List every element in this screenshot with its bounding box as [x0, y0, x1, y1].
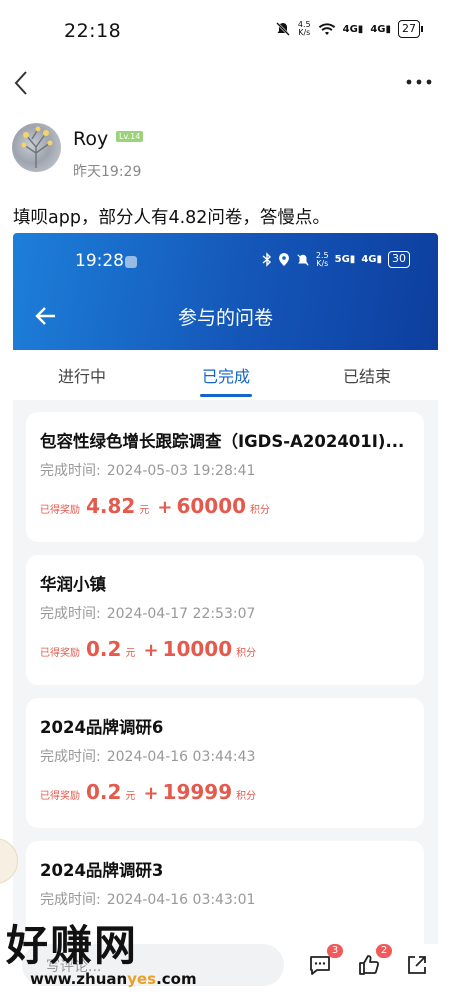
- completion-time-label: 完成时间:: [40, 749, 101, 765]
- embedded-header: 19:28 2.5 K/s 5G▮ 4G▮ 30 参与的问卷: [13, 233, 438, 350]
- reward-money-unit: 元: [125, 791, 136, 802]
- watermark-text: 好赚网: [6, 921, 139, 970]
- post-time: 昨天19:29: [73, 164, 142, 180]
- reward-money: 0.2: [86, 637, 122, 661]
- completion-time: 完成时间: 2024-04-17 22:53:07: [40, 603, 255, 623]
- signal-1: 4G▮: [342, 23, 364, 35]
- reward-points-unit: 积分: [236, 791, 257, 802]
- reward-money: 4.82: [86, 494, 136, 518]
- watermark: 好赚网 www.zhuanyes.com: [2, 912, 197, 992]
- reward-points: 60000: [176, 494, 247, 518]
- reward-label: 已得奖励: [40, 648, 80, 659]
- embedded-network-speed: 2.5 K/s: [316, 251, 329, 268]
- network-speed: 4.5 K/s: [298, 21, 311, 37]
- signal-1-label: 4G: [342, 23, 358, 35]
- back-button[interactable]: [8, 66, 38, 100]
- embedded-signal-1-label: 5G: [334, 254, 350, 265]
- completion-time-label: 完成时间:: [40, 463, 101, 479]
- mute-icon: [297, 253, 309, 266]
- embedded-status-icons: 2.5 K/s 5G▮ 4G▮ 30: [262, 251, 410, 268]
- embedded-battery-icon: 30: [388, 251, 410, 268]
- survey-title: 华润小镇: [40, 575, 106, 594]
- embedded-tabs: 进行中 已完成 已结束: [13, 350, 438, 400]
- post-text: 填呗app，部分人有4.82问卷，答慢点。: [13, 208, 330, 228]
- reward-plus: +: [157, 497, 173, 518]
- level-badge: Lv.14: [116, 131, 144, 142]
- wifi-icon: [318, 23, 335, 35]
- survey-title: 包容性绿色增长跟踪调查（IGDS-A202401I)...: [40, 432, 405, 451]
- reward-row: 已得奖励 4.82 元 + 60000 积分: [40, 494, 270, 518]
- survey-card: 包容性绿色增长跟踪调查（IGDS-A202401I)... 完成时间: 2024-…: [26, 412, 424, 542]
- active-tab-indicator: [200, 394, 252, 397]
- reward-money: 0.2: [86, 780, 122, 804]
- watermark-url-prefix: www.zhuan: [30, 970, 128, 988]
- completion-time-value: 2024-04-16 03:43:01: [106, 892, 256, 908]
- message-notification-icon: [125, 256, 137, 268]
- completion-time-label: 完成时间:: [40, 892, 101, 908]
- tab-ended: 已结束: [343, 367, 392, 386]
- reward-points: 19999: [162, 780, 233, 804]
- embedded-page-title: 参与的问卷: [177, 307, 273, 329]
- bluetooth-icon: [262, 252, 271, 267]
- avatar[interactable]: [12, 123, 61, 172]
- embedded-signal-1: 5G▮: [334, 254, 356, 265]
- watermark-url: www.zhuanyes.com: [30, 970, 197, 988]
- like-count-badge: 2: [376, 944, 392, 958]
- reward-money-unit: 元: [125, 648, 136, 659]
- reward-row: 已得奖励 0.2 元 + 10000 积分: [40, 637, 256, 661]
- embedded-status-time: 19:28: [75, 251, 124, 271]
- speed-unit: K/s: [298, 28, 311, 37]
- author-name[interactable]: Roy: [73, 128, 108, 150]
- embedded-screenshot[interactable]: 19:28 2.5 K/s 5G▮ 4G▮ 30 参与的问卷 进行中 已完成 已结…: [13, 233, 438, 953]
- reward-points-unit: 积分: [250, 505, 271, 516]
- location-icon: [278, 253, 289, 266]
- embedded-speed-unit: K/s: [316, 258, 329, 268]
- tab-in-progress: 进行中: [58, 367, 107, 386]
- reward-label: 已得奖励: [40, 791, 80, 802]
- reward-plus: +: [143, 640, 159, 661]
- comment-count-badge: 3: [327, 944, 343, 958]
- share-button[interactable]: [404, 952, 432, 980]
- share-icon: [408, 956, 426, 974]
- completion-time: 完成时间: 2024-05-03 19:28:41: [40, 460, 255, 480]
- like-button[interactable]: 2: [356, 944, 392, 980]
- avatar-image: [21, 126, 53, 168]
- reward-label: 已得奖励: [40, 505, 80, 516]
- completion-time: 完成时间: 2024-04-16 03:43:01: [40, 889, 255, 909]
- survey-title: 2024品牌调研3: [40, 861, 164, 880]
- embedded-signal-2-label: 4G: [361, 254, 377, 265]
- tab-completed: 已完成: [202, 367, 251, 386]
- completion-time-value: 2024-04-17 22:53:07: [106, 606, 256, 622]
- more-button[interactable]: [402, 70, 436, 94]
- status-bar: 22:18 4.5 K/s 4G▮ 4G▮ 27: [0, 0, 450, 62]
- status-icons: 4.5 K/s 4G▮ 4G▮ 27: [275, 20, 423, 38]
- survey-title: 2024品牌调研6: [40, 718, 164, 737]
- reward-plus: +: [143, 783, 159, 804]
- completion-time: 完成时间: 2024-04-16 03:44:43: [40, 746, 255, 766]
- watermark-url-suffix: .com: [156, 970, 197, 988]
- status-time: 22:18: [64, 20, 122, 42]
- reward-points: 10000: [162, 637, 233, 661]
- survey-card: 华润小镇 完成时间: 2024-04-17 22:53:07 已得奖励 0.2 元…: [26, 555, 424, 685]
- signal-2-label: 4G: [370, 23, 386, 35]
- survey-card: 2024品牌调研6 完成时间: 2024-04-16 03:44:43 已得奖励 …: [26, 698, 424, 828]
- completion-time-value: 2024-04-16 03:44:43: [106, 749, 256, 765]
- battery-icon: 27: [398, 20, 423, 38]
- comment-button[interactable]: 3: [307, 944, 343, 980]
- mute-icon: [276, 22, 290, 36]
- embedded-signal-2: 4G▮: [361, 254, 382, 265]
- chevron-left-icon: [14, 71, 27, 95]
- reward-money-unit: 元: [139, 505, 150, 516]
- signal-2: 4G▮: [370, 23, 391, 35]
- more-dots-icon: [406, 79, 432, 85]
- completion-time-value: 2024-05-03 19:28:41: [106, 463, 256, 479]
- reward-row: 已得奖励 0.2 元 + 19999 积分: [40, 780, 256, 804]
- reward-points-unit: 积分: [236, 648, 257, 659]
- watermark-url-highlight: yes: [127, 970, 157, 988]
- completion-time-label: 完成时间:: [40, 606, 101, 622]
